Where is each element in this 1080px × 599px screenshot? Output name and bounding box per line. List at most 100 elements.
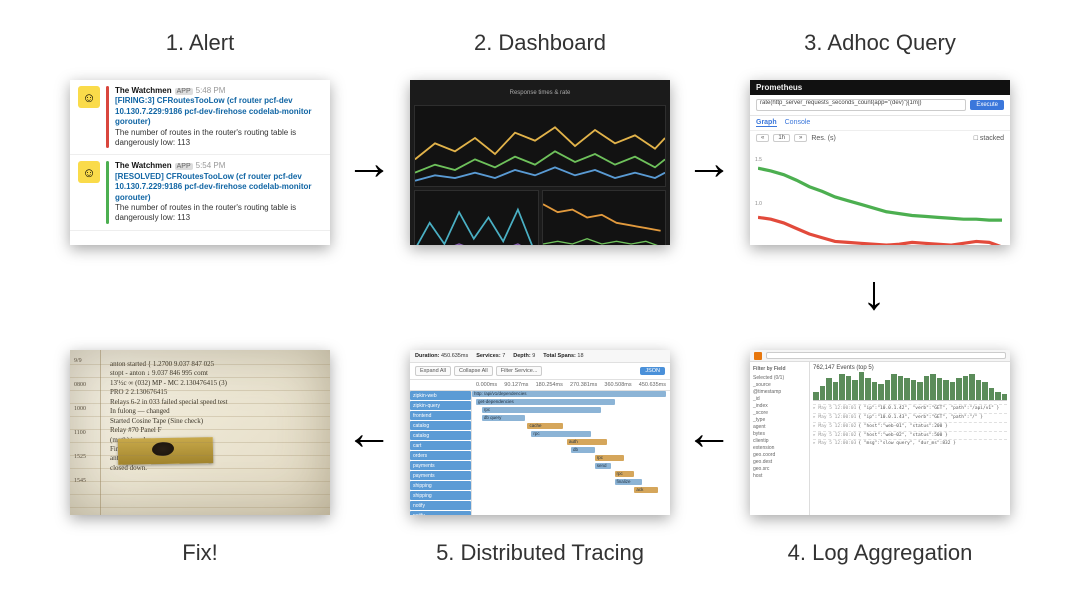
trace-service-label[interactable]: orders — [410, 451, 471, 460]
json-button[interactable]: JSON — [640, 367, 665, 375]
fix-panel: 9/908001000110015251545 anton started { … — [70, 350, 330, 515]
trace-span[interactable]: db — [571, 447, 595, 453]
trace-span[interactable]: auth — [567, 439, 607, 445]
field-filter-item[interactable]: _id — [753, 396, 806, 403]
trace-panel: Duration: 450.635ms Services: 7 Depth: 9… — [410, 350, 670, 515]
trace-span[interactable]: cache — [527, 423, 563, 429]
stage-title-dashboard: 2. Dashboard — [410, 30, 670, 56]
tab-graph[interactable]: Graph — [756, 119, 777, 127]
trace-span[interactable]: rpc — [482, 407, 601, 413]
histogram-bar — [846, 376, 852, 400]
trace-service-label[interactable]: zipkin-web — [410, 391, 471, 400]
trace-span[interactable]: finalize — [615, 479, 643, 485]
ytick: 1.5 — [755, 157, 762, 163]
stage-title-logs: 4. Log Aggregation — [750, 540, 1010, 566]
histogram-bar — [865, 378, 871, 400]
expand-all-button[interactable]: Expand All — [415, 366, 451, 376]
nav-left-button[interactable]: « — [756, 134, 769, 142]
trace-time-axis: 0.000ms90.127ms180.254ms270.381ms360.508… — [472, 380, 670, 390]
execute-button[interactable]: Execute — [970, 100, 1004, 110]
histogram-bar — [859, 372, 865, 400]
trace-span[interactable]: http: /api/v1/dependencies — [472, 391, 666, 397]
trace-span[interactable]: rpc — [531, 431, 590, 437]
histogram-bar — [833, 382, 839, 400]
axis-tick: 360.508ms — [604, 382, 631, 388]
histogram-bar — [930, 374, 936, 400]
field-filter-item[interactable]: extension — [753, 445, 806, 452]
alert-title-link[interactable]: [FIRING:3] CFRoutesTooLow (cf router pcf… — [115, 96, 322, 127]
trace-service-label[interactable]: payments — [410, 471, 471, 480]
log-entry[interactable]: ▸ May 5 12:00:03{ "msg":"slow query", "d… — [813, 439, 1007, 448]
trace-service-label[interactable]: catalog — [410, 421, 471, 430]
trace-service-label[interactable]: shipping — [410, 481, 471, 490]
field-filter-item[interactable]: bytes — [753, 431, 806, 438]
logbook-time-label: 0800 — [74, 382, 86, 388]
watchmen-avatar-icon: ☺ — [78, 161, 100, 183]
nav-right-button[interactable]: » — [794, 134, 807, 142]
adhoc-panel: Prometheus rate(http_server_requests_sec… — [750, 80, 1010, 245]
trace-span[interactable]: db query — [482, 415, 526, 421]
logs-search-input[interactable] — [766, 352, 1006, 359]
trace-service-label[interactable]: notify — [410, 501, 471, 510]
log-entry[interactable]: ▸ May 5 12:00:01{ "ip":"10.0.1.42", "ver… — [813, 404, 1007, 413]
tab-console[interactable]: Console — [785, 119, 811, 127]
trace-service-label[interactable]: payments — [410, 461, 471, 470]
field-filter-item[interactable]: agent — [753, 424, 806, 431]
histogram-bar — [937, 378, 943, 400]
field-filter-item[interactable]: geo.src — [753, 466, 806, 473]
trace-service-label[interactable]: catalog — [410, 431, 471, 440]
logbook-time-label: 1100 — [74, 430, 86, 436]
trace-service-label[interactable]: shipping — [410, 491, 471, 500]
field-filter-item[interactable]: geo.dest — [753, 459, 806, 466]
trace-service-label[interactable]: frontend — [410, 411, 471, 420]
field-filter-item[interactable]: host — [753, 473, 806, 480]
trace-service-label[interactable]: cart — [410, 441, 471, 450]
logbook-line: 13'½c ∞ (032) MP - MC 2.130476415 (3) — [110, 379, 318, 388]
log-entry[interactable]: ▸ May 5 12:00:02{ "host":"web-01", "stat… — [813, 422, 1007, 431]
dashboard-header: Response times & rate — [414, 84, 666, 102]
alert-status-bar — [106, 161, 109, 223]
trace-meta: Duration: 450.635ms Services: 7 Depth: 9… — [410, 350, 670, 363]
collapse-all-button[interactable]: Collapse All — [454, 366, 493, 376]
filter-service-input[interactable]: Filter Service... — [496, 366, 543, 376]
histogram-bar — [839, 374, 845, 400]
trace-span[interactable]: rpc — [615, 471, 635, 477]
log-entry[interactable]: ▸ May 5 12:00:02{ "host":"web-02", "stat… — [813, 431, 1007, 440]
alert-message: ☺The WatchmenAPP5:48 PM[FIRING:3] CFRout… — [70, 80, 330, 155]
adhoc-chart: 1.5 1.0 0.5 0 — [758, 145, 1002, 245]
logs-hits-label: 762,147 Events (top 5) — [813, 365, 874, 371]
trace-service-label[interactable]: notify — [410, 511, 471, 515]
field-filter-item[interactable]: _index — [753, 403, 806, 410]
alert-timestamp: 5:54 PM — [196, 161, 226, 170]
trace-service-label[interactable]: zipkin-query — [410, 401, 471, 410]
alert-title-link[interactable]: [RESOLVED] CFRoutesTooLow (cf router pcf… — [115, 172, 322, 203]
logs-side-header: Filter by Field — [753, 365, 806, 372]
field-filter-item[interactable]: _source — [753, 382, 806, 389]
logs-sidebar: Filter by Field Selected (0/1) _source@t… — [750, 362, 810, 515]
stacked-toggle[interactable]: □ stacked — [974, 135, 1004, 142]
kibana-logo-icon — [754, 352, 762, 360]
trace-span[interactable]: get-dependencies — [476, 399, 615, 405]
field-filter-item[interactable]: _type — [753, 417, 806, 424]
histogram-bar — [943, 380, 949, 400]
query-input[interactable]: rate(http_server_requests_seconds_count{… — [756, 99, 966, 111]
range-input[interactable]: 1h — [773, 134, 790, 142]
trace-span[interactable]: send — [595, 463, 611, 469]
histogram-bar — [989, 388, 995, 400]
logbook-time-label: 1000 — [74, 406, 86, 412]
axis-tick: 270.381ms — [570, 382, 597, 388]
histogram-bar — [917, 382, 923, 400]
histogram-bar — [872, 382, 878, 400]
field-filter-item[interactable]: geo.coord — [753, 452, 806, 459]
arrow-icon: ← — [345, 410, 393, 458]
field-filter-item[interactable]: @timestamp — [753, 389, 806, 396]
adhoc-brand: Prometheus — [750, 80, 1010, 95]
histogram-bar — [898, 376, 904, 400]
field-filter-item[interactable]: _score — [753, 410, 806, 417]
trace-span[interactable]: rpc — [595, 455, 625, 461]
histogram-bar — [963, 376, 969, 400]
trace-span[interactable]: ack — [634, 487, 658, 493]
log-entry[interactable]: ▸ May 5 12:00:01{ "ip":"10.0.1.43", "ver… — [813, 413, 1007, 422]
axis-tick: 90.127ms — [504, 382, 528, 388]
field-filter-item[interactable]: clientip — [753, 438, 806, 445]
